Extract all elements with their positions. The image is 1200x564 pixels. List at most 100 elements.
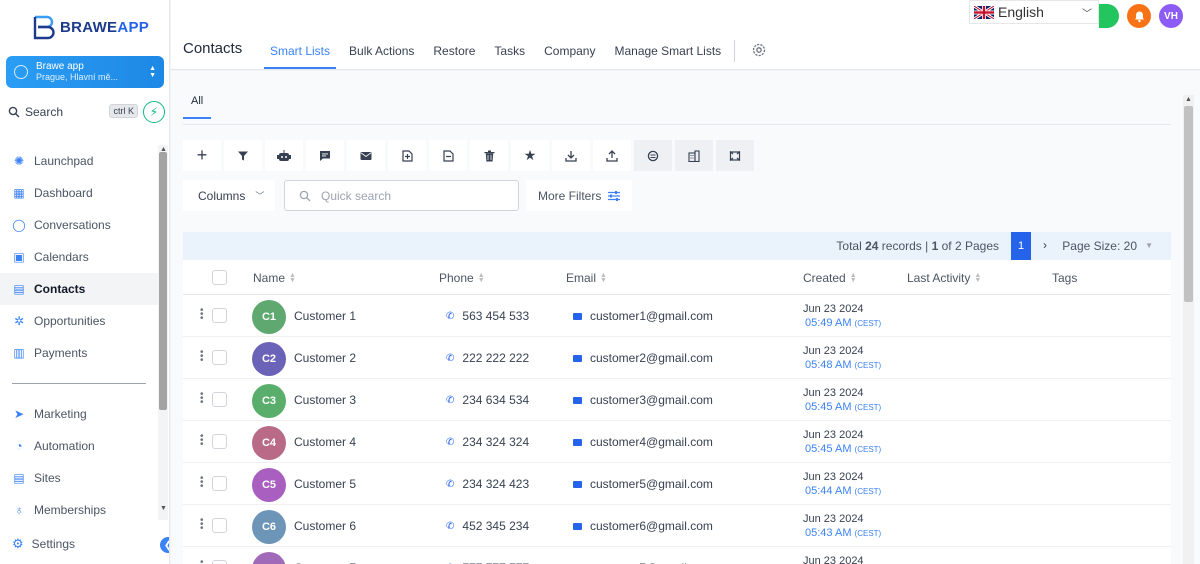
delete-button[interactable] <box>470 140 508 171</box>
contact-email[interactable]: customer2@gmail.com <box>573 351 713 365</box>
contact-phone[interactable]: ✆ 452 345 234 <box>446 519 529 533</box>
row-menu-icon[interactable]: ••• <box>200 432 204 450</box>
page-size-select[interactable]: Page Size: 20 <box>1062 239 1137 253</box>
row-checkbox[interactable] <box>212 560 227 564</box>
add-tag-button[interactable] <box>388 140 426 171</box>
favorite-button[interactable]: ★ <box>511 140 549 171</box>
tab-restore[interactable]: Restore <box>427 36 481 69</box>
collapse-sidebar-button[interactable]: ❮ <box>160 537 169 553</box>
contact-email[interactable]: customer1@gmail.com <box>573 309 713 323</box>
next-page-chevron-icon[interactable]: › <box>1043 238 1047 252</box>
page-1-button[interactable]: 1 <box>1011 232 1031 260</box>
contact-phone[interactable]: ✆ 234 634 534 <box>446 393 529 407</box>
tab-bulk-actions[interactable]: Bulk Actions <box>343 36 420 69</box>
language-select[interactable]: English ﹀ <box>969 0 1099 24</box>
tab-company[interactable]: Company <box>538 36 601 69</box>
user-avatar[interactable]: VH <box>1159 4 1183 28</box>
sidebar-item-automation[interactable]: ◔ Automation <box>0 430 158 462</box>
sidebar-item-payments[interactable]: ▥ Payments <box>0 337 158 369</box>
brand-logo[interactable]: BRAWEAPP <box>30 14 149 40</box>
contact-phone[interactable]: ✆ 234 324 423 <box>446 477 529 491</box>
contact-phone[interactable]: ✆ 222 222 222 <box>446 351 529 365</box>
sidebar-item-launchpad[interactable]: ✺ Launchpad <box>0 145 158 177</box>
tab-tasks[interactable]: Tasks <box>488 36 531 69</box>
sidebar-item-contacts[interactable]: ▤ Contacts <box>0 273 158 305</box>
sidebar-item-settings[interactable]: ⚙ Settings <box>12 536 75 552</box>
account-switcher[interactable]: Brawe app Prague, Hlavní mě... ▲ ▼ <box>6 56 164 88</box>
contact-name[interactable]: Customer 6 <box>294 519 356 533</box>
filter-button[interactable] <box>224 140 262 171</box>
tab-smart-lists[interactable]: Smart Lists <box>264 36 337 69</box>
settings-gear-icon[interactable] <box>751 42 767 58</box>
quick-action-bolt-icon[interactable]: ⚡ <box>143 101 165 123</box>
send-sms-button[interactable] <box>306 140 344 171</box>
contact-email[interactable]: customer4@gmail.com <box>573 435 713 449</box>
table-row[interactable]: • • • C5 Customer 5 ✆ 234 324 423 customer5@gma… <box>183 463 1171 505</box>
caret-down-icon[interactable]: ▼ <box>1145 241 1153 250</box>
contact-name[interactable]: Customer 4 <box>294 435 356 449</box>
contact-name[interactable]: Customer 3 <box>294 393 356 407</box>
contact-name[interactable]: Customer 1 <box>294 309 356 323</box>
sidebar-search[interactable]: Search ctrl K <box>8 102 138 122</box>
sidebar-item-memberships[interactable]: ♁ Memberships <box>0 494 158 526</box>
sidebar-item-opportunities[interactable]: ✲ Opportunities <box>0 305 158 337</box>
row-menu-icon[interactable]: ••• <box>200 348 204 366</box>
quick-search-input[interactable]: Quick search <box>284 180 519 211</box>
compare-button[interactable] <box>716 140 754 171</box>
row-checkbox[interactable] <box>212 308 227 323</box>
table-row[interactable]: • • • C3 Customer 3 ✆ 234 634 534 customer3@gma… <box>183 379 1171 421</box>
columns-dropdown[interactable]: Columns ﹀ <box>183 180 275 211</box>
sidebar-item-conversations[interactable]: ◯ Conversations <box>0 209 158 241</box>
table-row[interactable]: • • • C2 Customer 2 ✆ 222 222 222 customer2@gma… <box>183 337 1171 379</box>
sidebar-scrollbar-thumb[interactable] <box>159 152 167 410</box>
table-row[interactable]: • • • C6 Customer 6 ✆ 452 345 234 customer6@gma… <box>183 505 1171 547</box>
row-checkbox[interactable] <box>212 476 227 491</box>
table-row[interactable]: • • • C4 Customer 4 ✆ 234 324 324 customer4@gma… <box>183 421 1171 463</box>
contact-phone[interactable]: ✆ 234 324 324 <box>446 435 529 449</box>
table-row[interactable]: • • • C1 Customer 1 ✆ 563 454 533 customer1@gma… <box>183 295 1171 337</box>
contact-phone[interactable]: ✆ 563 454 533 <box>446 309 529 323</box>
contact-email[interactable]: customer6@gmail.com <box>573 519 713 533</box>
contact-email[interactable]: customer5@gmail.com <box>573 477 713 491</box>
row-checkbox[interactable] <box>212 350 227 365</box>
contact-name[interactable]: Customer 5 <box>294 477 356 491</box>
main-scroll-up-icon[interactable]: ▲ <box>1185 96 1192 103</box>
sidebar-item-dashboard[interactable]: ▦ Dashboard <box>0 177 158 209</box>
row-menu-icon[interactable]: ••• <box>200 474 204 492</box>
column-tags[interactable]: Tags <box>1052 271 1077 285</box>
table-row[interactable]: •••C7Customer 7✆777 777 777customer7@gma… <box>183 547 1171 564</box>
column-phone[interactable]: Phone ▲ ▼ <box>439 271 485 285</box>
row-checkbox[interactable] <box>212 518 227 533</box>
scroll-down-icon[interactable]: ▼ <box>160 505 167 512</box>
select-all-checkbox[interactable] <box>212 270 227 285</box>
tab-manage-smart-lists[interactable]: Manage Smart Lists <box>608 36 727 69</box>
row-menu-icon[interactable]: ••• <box>200 306 204 324</box>
subtab-all[interactable]: All <box>183 95 212 119</box>
main-scrollbar-thumb[interactable] <box>1184 106 1193 302</box>
notifications-button[interactable] <box>1127 4 1151 28</box>
add-contact-button[interactable]: + <box>183 140 221 171</box>
phone-call-button[interactable] <box>1099 4 1119 28</box>
row-checkbox[interactable] <box>212 434 227 449</box>
export-button[interactable] <box>552 140 590 171</box>
row-menu-icon[interactable]: ••• <box>200 516 204 534</box>
column-created[interactable]: Created ▲ ▼ <box>803 271 857 285</box>
row-menu-icon[interactable]: ••• <box>200 390 204 408</box>
row-checkbox[interactable] <box>212 392 227 407</box>
import-button[interactable] <box>593 140 631 171</box>
automation-workflow-button[interactable] <box>265 140 303 171</box>
column-name[interactable]: Name ▲ ▼ <box>253 271 296 285</box>
more-filters-button[interactable]: More Filters <box>526 180 632 211</box>
sidebar-item-marketing[interactable]: ➤ Marketing <box>0 398 158 430</box>
send-email-button[interactable] <box>347 140 385 171</box>
company-button[interactable] <box>675 140 713 171</box>
remove-tag-button[interactable] <box>429 140 467 171</box>
contact-name[interactable]: Customer 2 <box>294 351 356 365</box>
column-email[interactable]: Email ▲ ▼ <box>566 271 607 285</box>
column-last-activity[interactable]: Last Activity ▲ ▼ <box>907 271 981 285</box>
scroll-up-icon[interactable]: ▲ <box>160 146 167 153</box>
contact-email[interactable]: customer3@gmail.com <box>573 393 713 407</box>
sidebar-item-calendars[interactable]: ▣ Calendars <box>0 241 158 273</box>
merge-contacts-button[interactable] <box>634 140 672 171</box>
sidebar-item-sites[interactable]: ▤ Sites <box>0 462 158 494</box>
